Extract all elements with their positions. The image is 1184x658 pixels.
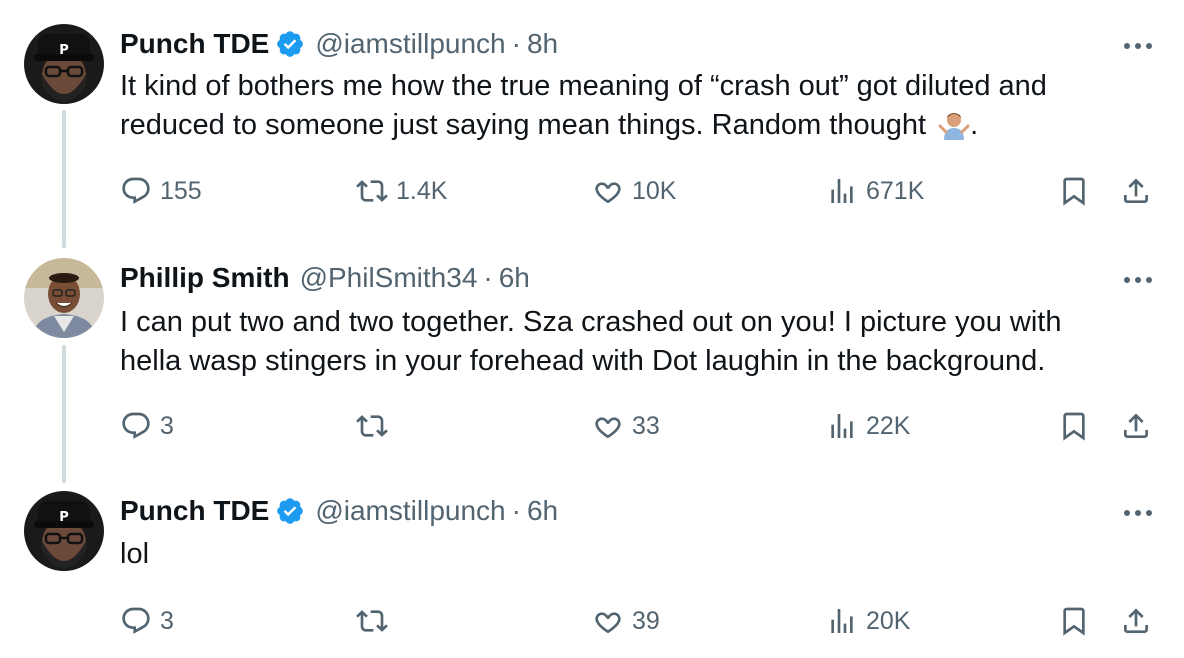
separator: · (483, 262, 493, 293)
action-bar: 155 1.4K 10K 671K (0, 171, 1184, 211)
tweet-header: Punch TDE @iamstillpunch · 6h (120, 491, 558, 531)
avatar-letter: P (59, 510, 69, 525)
views-count: 671K (866, 176, 925, 205)
bookmark-icon (1063, 607, 1085, 636)
views-count: 22K (866, 411, 911, 440)
views-count: 20K (866, 606, 911, 635)
reply-count: 155 (160, 176, 202, 205)
tweet-text: I can put two and two together. Sza cras… (120, 306, 1062, 377)
like-button[interactable]: 39 (592, 601, 660, 641)
repost-button[interactable] (356, 406, 396, 446)
bookmark-button[interactable] (1058, 601, 1090, 641)
share-icon (1124, 413, 1148, 438)
display-name[interactable]: Phillip Smith (120, 262, 290, 294)
avatar-image: P (24, 24, 104, 104)
timestamp[interactable]: 8h (527, 28, 558, 60)
action-bar: 3 39 20K (0, 601, 1184, 641)
verified-icon[interactable] (275, 496, 305, 526)
share-icon (1124, 178, 1148, 203)
views-button[interactable]: 671K (826, 171, 924, 211)
avatar[interactable]: P (24, 24, 104, 104)
tweet-text: It kind of bothers me how the true meani… (120, 67, 1150, 145)
reply-count: 3 (160, 411, 174, 440)
more-icon[interactable] (1120, 503, 1156, 523)
views-icon (831, 609, 853, 633)
reply-button[interactable]: 3 (120, 601, 174, 641)
reply-icon (122, 177, 150, 204)
share-button[interactable] (1120, 171, 1152, 211)
tweet[interactable]: P Punch TDE @iamstillpunch · 8h It kind … (0, 24, 1184, 224)
like-icon (595, 417, 621, 439)
tweet[interactable]: Phillip Smith @PhilSmith34 · 6h I can pu… (0, 258, 1184, 458)
avatar-image: P (24, 491, 104, 571)
bookmark-button[interactable] (1058, 406, 1090, 446)
views-button[interactable]: 22K (826, 406, 910, 446)
views-icon (831, 414, 853, 438)
reply-icon (122, 607, 150, 634)
separator: · (511, 28, 521, 59)
avatar-image (24, 258, 104, 338)
timestamp[interactable]: 6h (527, 495, 558, 527)
like-count: 33 (632, 411, 660, 440)
action-bar: 3 33 22K (0, 406, 1184, 446)
avatar[interactable]: P (24, 491, 104, 571)
repost-icon (356, 610, 388, 632)
bookmark-icon (1063, 177, 1085, 206)
verified-icon[interactable] (275, 29, 305, 59)
tweet-text: lol (120, 538, 150, 570)
views-button[interactable]: 20K (826, 601, 910, 641)
repost-icon (356, 415, 388, 437)
reply-button[interactable]: 155 (120, 171, 202, 211)
display-name[interactable]: Punch TDE (120, 28, 269, 60)
repost-button[interactable]: 1.4K (356, 171, 447, 211)
like-count: 39 (632, 606, 660, 635)
share-button[interactable] (1120, 601, 1152, 641)
bookmark-icon (1063, 412, 1085, 441)
separator: · (511, 495, 521, 526)
tweet-text-main: It kind of bothers me how the true meani… (120, 70, 1047, 141)
reply-button[interactable]: 3 (120, 406, 174, 446)
reply-count: 3 (160, 606, 174, 635)
share-icon (1124, 608, 1148, 633)
avatar-letter: P (59, 43, 69, 58)
repost-count: 1.4K (396, 176, 448, 205)
user-handle[interactable]: @PhilSmith34 (300, 262, 478, 294)
like-button[interactable]: 10K (592, 171, 676, 211)
tweet-header: Punch TDE @iamstillpunch · 8h (120, 24, 558, 64)
bookmark-button[interactable] (1058, 171, 1090, 211)
avatar[interactable] (24, 258, 104, 338)
share-button[interactable] (1120, 406, 1152, 446)
more-icon[interactable] (1120, 36, 1156, 56)
more-icon[interactable] (1120, 270, 1156, 290)
repost-button[interactable] (356, 601, 396, 641)
tweet-text-suffix: . (970, 109, 979, 141)
like-icon (595, 182, 621, 204)
repost-icon (356, 180, 388, 202)
reply-icon (122, 412, 150, 439)
user-handle[interactable]: @iamstillpunch (315, 28, 505, 60)
timestamp[interactable]: 6h (499, 262, 530, 294)
tweet[interactable]: P Punch TDE @iamstillpunch · 6h lol 3 39 (0, 491, 1184, 651)
like-button[interactable]: 33 (592, 406, 660, 446)
user-handle[interactable]: @iamstillpunch (315, 495, 505, 527)
tweet-header: Phillip Smith @PhilSmith34 · 6h (120, 258, 530, 298)
views-icon (831, 179, 853, 203)
display-name[interactable]: Punch TDE (120, 495, 269, 527)
person-shrugging-emoji (938, 108, 970, 140)
like-count: 10K (632, 176, 677, 205)
like-icon (595, 612, 621, 634)
